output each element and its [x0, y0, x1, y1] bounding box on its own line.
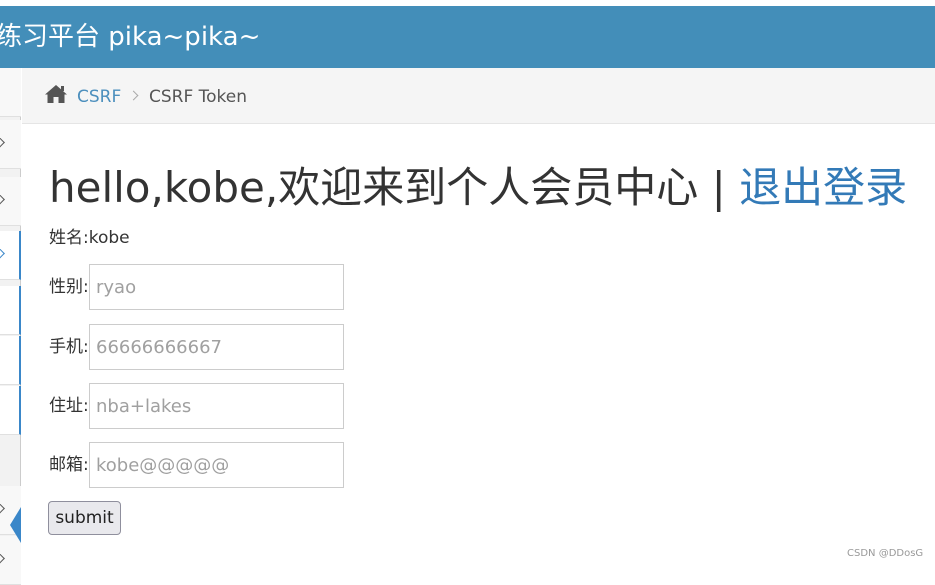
breadcrumb-current: CSRF Token [149, 87, 248, 107]
sidebar-item-csrf-token[interactable] [0, 386, 21, 435]
title-separator: | [711, 163, 726, 212]
chevron-down-icon [0, 193, 5, 206]
watermark: CSDN @DDosG [847, 548, 924, 559]
email-label: 邮箱: [49, 455, 89, 475]
sidebar [0, 68, 21, 585]
sidebar-item-9[interactable] [0, 536, 21, 585]
chevron-down-icon [0, 247, 5, 260]
sidebar-item-2[interactable] [0, 120, 21, 169]
address-input[interactable] [89, 383, 344, 429]
sidebar-item-csrf-get[interactable] [0, 286, 21, 335]
address-label: 住址: [49, 396, 89, 416]
gender-input[interactable] [89, 264, 344, 310]
sidebar-item-3[interactable] [0, 177, 21, 226]
gender-label: 性别: [49, 277, 89, 297]
breadcrumb-link-csrf[interactable]: CSRF [77, 86, 121, 108]
navbar: 练习平台 pika~pika~ [0, 6, 935, 68]
chevron-down-icon [0, 552, 5, 565]
name-line: 姓名:kobe [49, 228, 130, 248]
breadcrumb: CSRF CSRF Token [22, 68, 935, 124]
home-icon[interactable] [44, 84, 68, 104]
chevron-right-icon [128, 90, 139, 101]
active-caret-icon [10, 507, 21, 543]
page-title: hello,kobe,欢迎来到个人会员中心 | 退出登录 [49, 160, 907, 216]
email-input[interactable] [89, 442, 344, 488]
submit-button[interactable]: submit [48, 501, 121, 535]
brand-title[interactable]: 练习平台 pika~pika~ [0, 20, 260, 54]
sidebar-item-1[interactable] [0, 68, 21, 117]
phone-label: 手机: [49, 337, 89, 357]
sidebar-item-csrf-post[interactable] [0, 336, 21, 385]
chevron-down-icon [0, 502, 5, 515]
welcome-text: hello,kobe,欢迎来到个人会员中心 [49, 163, 699, 212]
chevron-down-icon [0, 136, 5, 149]
logout-link[interactable]: 退出登录 [739, 163, 907, 212]
phone-input[interactable] [89, 324, 344, 370]
sidebar-item-csrf[interactable] [0, 231, 21, 280]
